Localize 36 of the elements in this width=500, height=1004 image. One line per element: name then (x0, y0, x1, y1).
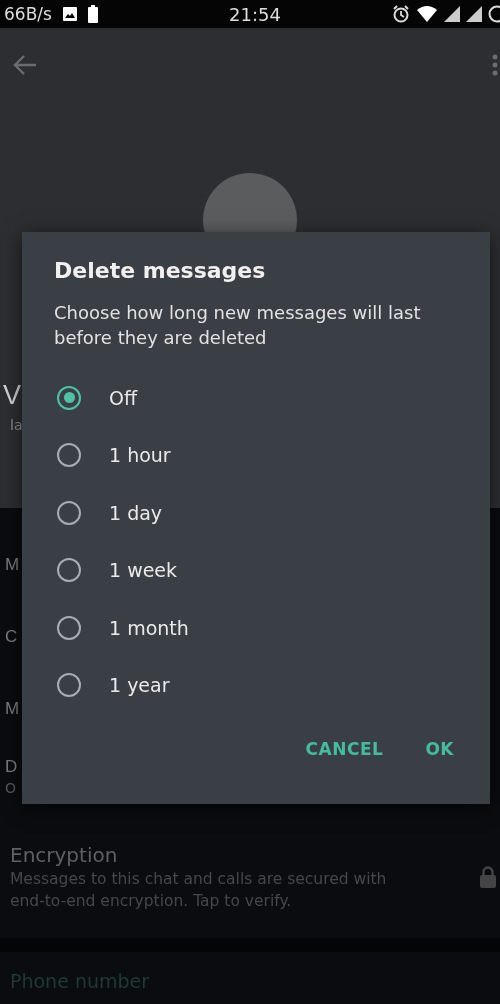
lock-icon (480, 866, 496, 888)
last-seen: la (10, 417, 23, 433)
clock: 21:54 (229, 3, 281, 25)
cancel-button[interactable]: CANCEL (293, 731, 396, 767)
contact-name: V (3, 379, 21, 412)
setting-title[interactable]: C (5, 624, 18, 650)
option-label[interactable]: 1 day (109, 501, 163, 524)
alarm-icon (392, 5, 410, 23)
more-options-icon[interactable] (492, 54, 498, 76)
radio-button[interactable] (57, 500, 81, 525)
back-arrow-icon[interactable] (12, 54, 38, 76)
option-label[interactable]: 1 hour (109, 444, 171, 467)
radio-button[interactable] (57, 558, 81, 583)
setting-title[interactable]: D (5, 754, 18, 780)
network-speed: 66B/s (4, 4, 52, 24)
radio-button[interactable] (57, 443, 81, 468)
encryption-title[interactable]: Encryption (10, 842, 410, 868)
setting-title[interactable]: M (5, 552, 20, 578)
radio-button[interactable] (57, 615, 81, 640)
signal-icon (444, 6, 460, 22)
ok-button[interactable]: OK (413, 731, 466, 767)
wifi-icon (416, 5, 438, 23)
image-icon (61, 6, 78, 22)
option-label[interactable]: 1 week (109, 559, 178, 582)
dialog-title: Delete messages (54, 258, 267, 283)
battery-icon (87, 5, 98, 23)
dialog-message: Choose how long new messages will last before they are deleted (54, 301, 422, 350)
radio-button[interactable] (57, 385, 81, 410)
encryption-description: Messages to this chat and calls are secured with end-to-end encryption. Tap to verify. (10, 869, 388, 912)
option-label[interactable]: 1 month (109, 616, 189, 639)
option-label[interactable]: Off (109, 386, 138, 409)
signal-icon (466, 6, 482, 22)
option-label[interactable]: 1 year (109, 674, 170, 697)
setting-title[interactable]: M (5, 696, 20, 722)
radio-button[interactable] (57, 673, 81, 698)
setting-subtitle: O (5, 780, 17, 796)
